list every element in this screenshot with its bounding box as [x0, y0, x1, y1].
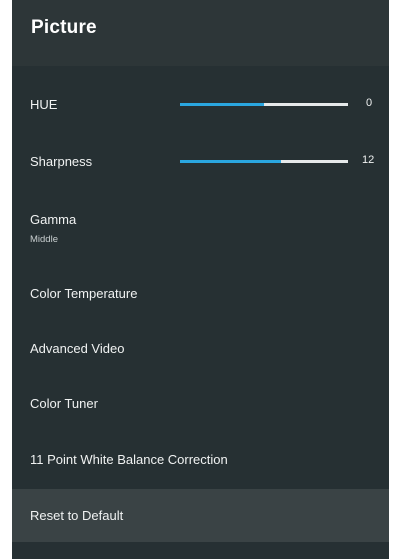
page-title: Picture	[31, 17, 97, 38]
sharpness-label: Sharpness	[30, 154, 93, 169]
hue-slider[interactable]	[180, 103, 348, 106]
menu-item-gamma[interactable]: Gamma Middle	[12, 200, 389, 254]
menu-item-reset-to-default[interactable]: Reset to Default	[12, 489, 389, 542]
reset-to-default-label: Reset to Default	[30, 508, 124, 523]
hue-slider-fill	[180, 103, 264, 106]
color-tuner-label: Color Tuner	[30, 396, 98, 411]
hue-label: HUE	[30, 97, 58, 112]
gamma-value: Middle	[30, 234, 58, 245]
menu-item-sharpness[interactable]: Sharpness 12	[12, 141, 389, 181]
menu-item-color-temperature[interactable]: Color Temperature	[12, 272, 389, 316]
menu-item-color-tuner[interactable]: Color Tuner	[12, 382, 389, 426]
picture-settings-panel: Picture HUE 0 Sharpness 12 Gamma Middle …	[12, 0, 389, 559]
hue-value: 0	[366, 97, 373, 109]
sharpness-slider[interactable]	[180, 160, 348, 163]
menu-item-advanced-video[interactable]: Advanced Video	[12, 327, 389, 371]
menu-item-hue[interactable]: HUE 0	[12, 84, 389, 124]
header: Picture	[12, 0, 389, 66]
menu-item-white-balance[interactable]: 11 Point White Balance Correction	[12, 438, 389, 482]
color-temperature-label: Color Temperature	[30, 286, 138, 301]
sharpness-value: 12	[362, 154, 375, 166]
sharpness-slider-fill	[180, 160, 281, 163]
gamma-label: Gamma	[30, 212, 77, 227]
advanced-video-label: Advanced Video	[30, 341, 125, 356]
white-balance-label: 11 Point White Balance Correction	[30, 452, 228, 467]
